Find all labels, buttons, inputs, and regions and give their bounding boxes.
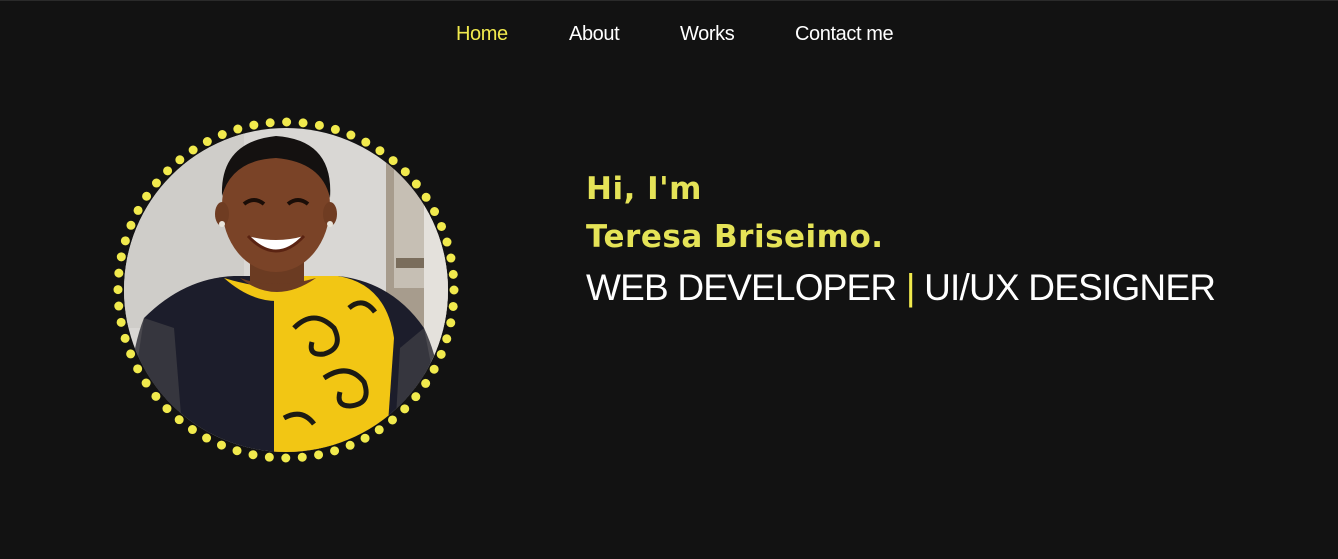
hero-name: Teresa Briseimo. <box>586 219 884 255</box>
role-separator: | <box>905 267 916 308</box>
nav-home[interactable]: Home <box>456 20 508 48</box>
hero-greeting: Hi, I'm <box>586 171 702 207</box>
main-nav: Home About Works Contact me <box>0 20 1338 50</box>
profile-avatar <box>110 114 462 466</box>
hero-roles: WEB DEVELOPER | UI/UX DESIGNER <box>586 266 1216 310</box>
role-ui-ux-designer: UI/UX DESIGNER <box>924 267 1216 308</box>
nav-about[interactable]: About <box>569 20 620 48</box>
nav-works[interactable]: Works <box>680 20 735 48</box>
nav-contact-me[interactable]: Contact me <box>795 20 894 48</box>
profile-photo <box>124 128 448 452</box>
role-web-developer: WEB DEVELOPER <box>586 267 897 308</box>
top-divider <box>0 0 1338 1</box>
